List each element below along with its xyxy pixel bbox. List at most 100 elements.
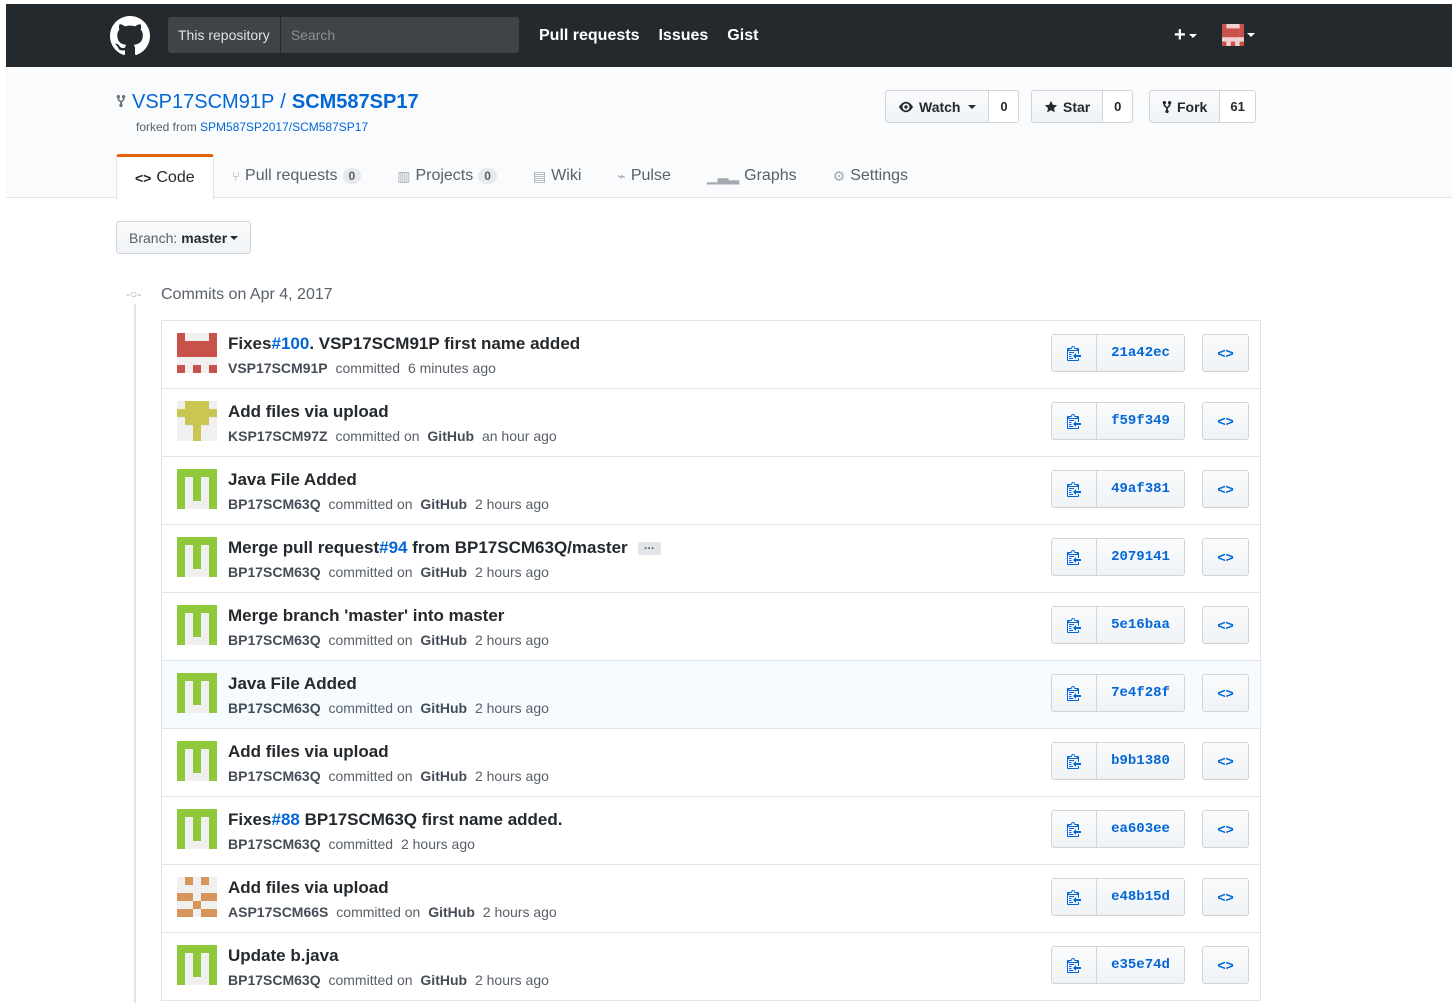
avatar[interactable] bbox=[177, 877, 217, 917]
tab-pulse[interactable]: ⌁ Pulse bbox=[599, 154, 688, 198]
tab-pull-requests[interactable]: ⑂ Pull requests 0 bbox=[214, 154, 380, 198]
github-logo-icon[interactable] bbox=[110, 16, 150, 56]
avatar[interactable] bbox=[177, 605, 217, 645]
browse-code-button[interactable]: <> bbox=[1202, 674, 1249, 712]
branch-select-button[interactable]: Branch: master bbox=[116, 221, 252, 254]
commit-message[interactable]: Merge pull request #94 from BP17SCM63Q/m… bbox=[228, 538, 661, 558]
commit-author-link[interactable]: BP17SCM63Q bbox=[228, 496, 321, 512]
committer-link[interactable]: GitHub bbox=[420, 564, 467, 580]
issue-link[interactable]: #88 bbox=[271, 810, 299, 830]
commit-author-link[interactable]: ASP17SCM66S bbox=[228, 904, 328, 920]
repo-name-link[interactable]: SCM587SP17 bbox=[292, 91, 419, 114]
commit-message-text: BP17SCM63Q first name added. bbox=[299, 810, 563, 829]
copy-sha-button[interactable] bbox=[1051, 946, 1097, 984]
watch-count[interactable]: 0 bbox=[989, 90, 1020, 123]
committer-link[interactable]: GitHub bbox=[420, 972, 467, 988]
commit-message[interactable]: Java File Added bbox=[228, 674, 357, 694]
user-menu[interactable] bbox=[1222, 24, 1255, 46]
commit-author-link[interactable]: VSP17SCM91P bbox=[228, 360, 328, 376]
tab-code[interactable]: <> Code bbox=[116, 154, 214, 200]
expand-message-button[interactable]: … bbox=[637, 540, 661, 555]
watch-button[interactable]: Watch bbox=[885, 90, 990, 123]
copy-sha-button[interactable] bbox=[1051, 878, 1097, 916]
commit-sha-link[interactable]: e35e74d bbox=[1097, 946, 1185, 984]
avatar[interactable] bbox=[177, 741, 217, 781]
committer-link[interactable]: GitHub bbox=[420, 768, 467, 784]
avatar[interactable] bbox=[177, 809, 217, 849]
avatar[interactable] bbox=[177, 945, 217, 985]
avatar[interactable] bbox=[177, 401, 217, 441]
avatar[interactable] bbox=[177, 537, 217, 577]
commit-sha-link[interactable]: 49af381 bbox=[1097, 470, 1185, 508]
fork-count[interactable]: 61 bbox=[1220, 90, 1256, 123]
browse-code-button[interactable]: <> bbox=[1202, 742, 1249, 780]
avatar[interactable] bbox=[177, 469, 217, 509]
commit-message[interactable]: Merge branch 'master' into master bbox=[228, 606, 504, 626]
committer-link[interactable]: GitHub bbox=[420, 700, 467, 716]
forked-from-link[interactable]: SPM587SP2017/SCM587SP17 bbox=[200, 120, 368, 134]
commit-author-link[interactable]: BP17SCM63Q bbox=[228, 632, 321, 648]
commit-message[interactable]: Java File Added bbox=[228, 470, 357, 490]
copy-sha-button[interactable] bbox=[1051, 742, 1097, 780]
sha-button-group: e48b15d bbox=[1051, 878, 1185, 916]
browse-code-button[interactable]: <> bbox=[1202, 878, 1249, 916]
committer-link[interactable]: GitHub bbox=[420, 496, 467, 512]
fork-button[interactable]: Fork bbox=[1149, 90, 1221, 123]
commit-sha-link[interactable]: b9b1380 bbox=[1097, 742, 1185, 780]
copy-sha-button[interactable] bbox=[1051, 810, 1097, 848]
commit-sha-link[interactable]: f59f349 bbox=[1097, 402, 1185, 440]
commit-message[interactable]: Add files via upload bbox=[228, 878, 389, 898]
tab-settings[interactable]: ⚙ Settings bbox=[815, 154, 926, 198]
star-button[interactable]: Star bbox=[1031, 90, 1104, 123]
committer-link[interactable]: GitHub bbox=[420, 632, 467, 648]
commit-message[interactable]: Fixes #88 BP17SCM63Q first name added. bbox=[228, 810, 563, 830]
commit-message[interactable]: Add files via upload bbox=[228, 402, 389, 422]
copy-sha-button[interactable] bbox=[1051, 402, 1097, 440]
browse-code-button[interactable]: <> bbox=[1202, 810, 1249, 848]
commit-sha-link[interactable]: ea603ee bbox=[1097, 810, 1185, 848]
avatar[interactable] bbox=[177, 673, 217, 713]
browse-code-button[interactable]: <> bbox=[1202, 606, 1249, 644]
browse-code-button[interactable]: <> bbox=[1202, 538, 1249, 576]
commit-message[interactable]: Fixes #100 . VSP17SCM91P first name adde… bbox=[228, 334, 580, 354]
copy-sha-button[interactable] bbox=[1051, 334, 1097, 372]
commit-sha-link[interactable]: 5e16baa bbox=[1097, 606, 1185, 644]
repo-owner-link[interactable]: VSP17SCM91P bbox=[132, 91, 274, 114]
avatar[interactable] bbox=[177, 333, 217, 373]
browse-code-button[interactable]: <> bbox=[1202, 334, 1249, 372]
nav-issues[interactable]: Issues bbox=[658, 27, 708, 45]
commit-sha-link[interactable]: 21a42ec bbox=[1097, 334, 1185, 372]
commit-sha-link[interactable]: 2079141 bbox=[1097, 538, 1185, 576]
browse-code-button[interactable]: <> bbox=[1202, 946, 1249, 984]
commit-author-link[interactable]: BP17SCM63Q bbox=[228, 972, 321, 988]
issue-link[interactable]: #94 bbox=[379, 538, 407, 558]
copy-sha-button[interactable] bbox=[1051, 606, 1097, 644]
search-input[interactable] bbox=[280, 17, 519, 53]
commit-sha-link[interactable]: e48b15d bbox=[1097, 878, 1185, 916]
create-new-menu[interactable]: + bbox=[1174, 24, 1197, 47]
commit-author-link[interactable]: BP17SCM63Q bbox=[228, 700, 321, 716]
commit-message[interactable]: Update b.java bbox=[228, 946, 339, 966]
commit-message[interactable]: Add files via upload bbox=[228, 742, 389, 762]
clipboard-icon bbox=[1067, 958, 1081, 973]
nav-pull-requests[interactable]: Pull requests bbox=[539, 27, 639, 45]
committer-link[interactable]: GitHub bbox=[428, 904, 475, 920]
repo-header: VSP17SCM91P / SCM587SP17 forked from SPM… bbox=[6, 67, 1452, 200]
commit-author-link[interactable]: BP17SCM63Q bbox=[228, 768, 321, 784]
commit-author-link[interactable]: BP17SCM63Q bbox=[228, 836, 321, 852]
copy-sha-button[interactable] bbox=[1051, 538, 1097, 576]
copy-sha-button[interactable] bbox=[1051, 470, 1097, 508]
browse-code-button[interactable]: <> bbox=[1202, 470, 1249, 508]
committer-link[interactable]: GitHub bbox=[427, 428, 474, 444]
nav-gist[interactable]: Gist bbox=[727, 27, 758, 45]
commit-author-link[interactable]: KSP17SCM97Z bbox=[228, 428, 328, 444]
issue-link[interactable]: #100 bbox=[271, 334, 309, 354]
tab-graphs[interactable]: ▁▃▂ Graphs bbox=[689, 154, 815, 198]
tab-wiki[interactable]: ▤ Wiki bbox=[515, 154, 599, 198]
browse-code-button[interactable]: <> bbox=[1202, 402, 1249, 440]
star-count[interactable]: 0 bbox=[1103, 90, 1134, 123]
copy-sha-button[interactable] bbox=[1051, 674, 1097, 712]
commit-sha-link[interactable]: 7e4f28f bbox=[1097, 674, 1185, 712]
tab-projects[interactable]: ▥ Projects 0 bbox=[379, 154, 515, 198]
commit-author-link[interactable]: BP17SCM63Q bbox=[228, 564, 321, 580]
